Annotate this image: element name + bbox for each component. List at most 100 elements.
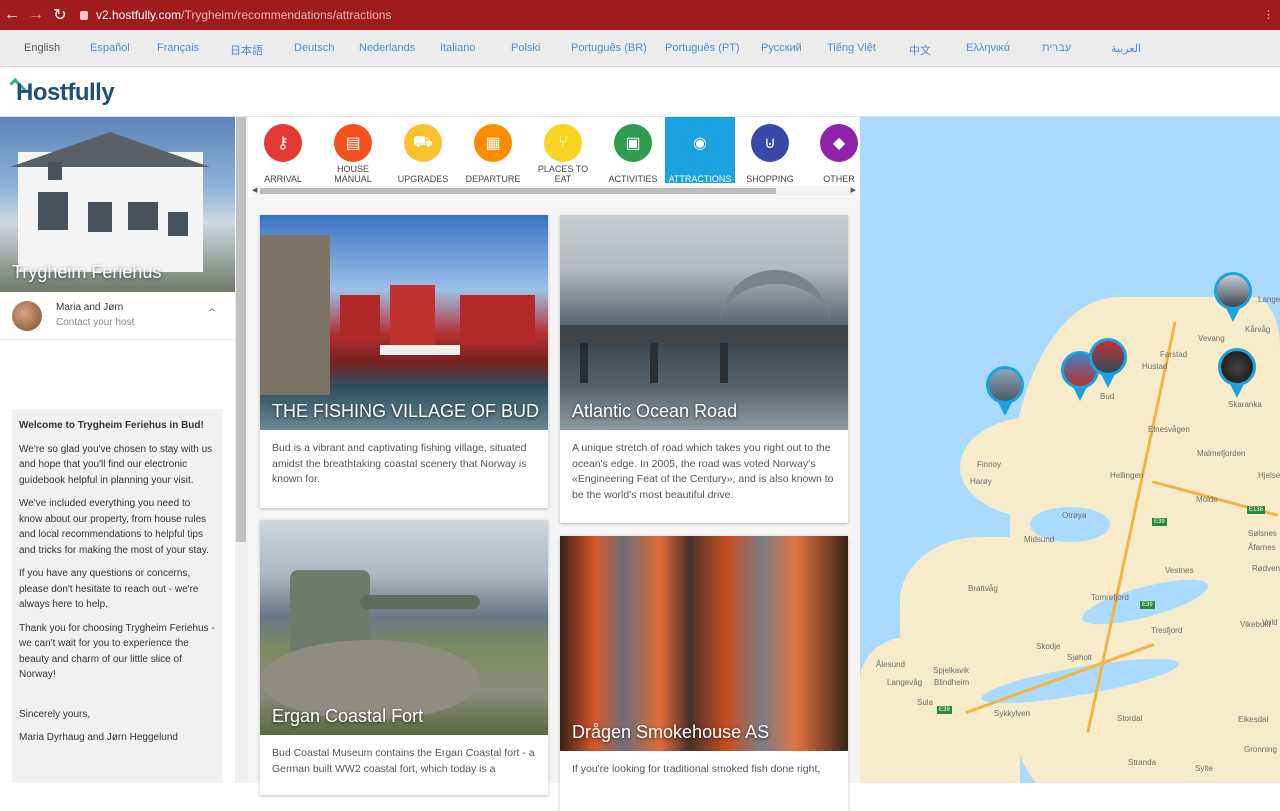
lang-hebrew[interactable]: עברית xyxy=(1042,42,1071,54)
map-place-label: Sykkylven xyxy=(994,709,1031,718)
lang-german[interactable]: Deutsch xyxy=(294,42,334,54)
contact-host-link[interactable]: Contact your host xyxy=(56,317,134,328)
tab-shopping[interactable]: ⊍ SHOPPING xyxy=(735,117,805,184)
lang-portuguese-br[interactable]: Português (BR) xyxy=(571,42,647,54)
card-title: Atlantic Ocean Road xyxy=(572,401,738,421)
tab-label: PLACES TO EAT xyxy=(537,164,589,184)
map-pin[interactable] xyxy=(1218,348,1256,400)
camera-icon: ◉ xyxy=(681,124,719,162)
chevron-up-icon[interactable]: ⌃ xyxy=(207,306,217,320)
map-place-label: Malmefjorden xyxy=(1197,449,1246,458)
sidebar-scrollbar[interactable] xyxy=(235,117,248,783)
card-image: Atlantic Ocean Road xyxy=(560,215,848,430)
tab-house-manual[interactable]: ▤ HOUSE MANUAL xyxy=(318,117,388,184)
tab-arrival[interactable]: ⚷ ARRIVAL xyxy=(248,117,318,184)
lang-chinese[interactable]: 中文 xyxy=(909,42,931,58)
map-pin[interactable] xyxy=(1089,338,1127,390)
cart-icon: ⛟ xyxy=(404,124,442,162)
map-place-label: Skodje xyxy=(1036,642,1061,651)
lang-dutch[interactable]: Nederlands xyxy=(359,42,415,54)
welcome-paragraph: Thank you for choosing Trygheim Feriehus… xyxy=(19,622,215,681)
tab-departure[interactable]: ▦ DEPARTURE xyxy=(458,117,528,184)
clipboard-icon: ▦ xyxy=(474,124,512,162)
map-pin[interactable] xyxy=(986,366,1024,418)
lang-italian[interactable]: Italiano xyxy=(440,42,475,54)
guidebook-sidebar: Trygheim Feriehus Maria and Jørn Contact… xyxy=(0,117,235,783)
tab-label: ARRIVAL xyxy=(264,174,302,184)
scroll-left-icon[interactable]: ◀ xyxy=(252,186,257,194)
address-bar[interactable]: v2.hostfully.com/Trygheim/recommendation… xyxy=(80,8,391,22)
recommendations-map[interactable]: Vevang Kårvåg Farstad Hustad Bud Elnesvå… xyxy=(860,117,1280,783)
map-place-label: Hustad xyxy=(1142,362,1168,371)
map-place-label: Harøy xyxy=(970,477,992,486)
card-fishing-village-of-bud[interactable]: THE FISHING VILLAGE OF BUD Bud is a vibr… xyxy=(260,215,548,508)
back-icon[interactable]: ← xyxy=(0,0,24,30)
lang-japanese[interactable]: 日本語 xyxy=(230,42,263,58)
card-atlantic-ocean-road[interactable]: Atlantic Ocean Road A unique stretch of … xyxy=(560,215,848,523)
map-place-label: Sjøholt xyxy=(1067,653,1092,662)
hostfully-logo[interactable]: Hostfully xyxy=(16,79,115,107)
road-badge: E39 xyxy=(937,706,952,714)
welcome-paragraph: We're so glad you've chosen to stay with… xyxy=(19,443,213,486)
welcome-message: Welcome to Trygheim Feriehus in Bud! We'… xyxy=(12,409,222,783)
tab-upgrades[interactable]: ⛟ UPGRADES xyxy=(388,117,458,184)
browser-toolbar: ← → ↻ v2.hostfully.com/Trygheim/recommen… xyxy=(0,0,1280,30)
map-place-label: Gronning xyxy=(1244,745,1277,754)
tab-label: ACTIVITIES xyxy=(608,174,658,184)
card-ergan-coastal-fort[interactable]: Ergan Coastal Fort Bud Coastal Museum co… xyxy=(260,520,548,795)
scroll-right-icon[interactable]: ▶ xyxy=(851,186,856,194)
tab-label: SHOPPING xyxy=(746,174,794,184)
welcome-signature: Maria Dyrhaug and Jørn Heggelund xyxy=(19,732,178,743)
map-place-label: Elnesvågen xyxy=(1148,425,1190,434)
tab-places-to-eat[interactable]: ⑂ PLACES TO EAT xyxy=(528,117,598,184)
host-contact-row[interactable]: Maria and Jørn Contact your host ⌃ xyxy=(0,292,235,340)
lang-portuguese-pt[interactable]: Português (PT) xyxy=(665,42,740,54)
lang-vietnamese[interactable]: Tiếng Việt xyxy=(827,42,876,54)
map-pin[interactable] xyxy=(1214,272,1252,324)
map-place-label: Farstad xyxy=(1160,350,1188,359)
lang-polish[interactable]: Polski xyxy=(511,42,540,54)
card-image: THE FISHING VILLAGE OF BUD xyxy=(260,215,548,430)
fork-knife-icon: ⑂ xyxy=(544,124,582,162)
tab-attractions[interactable]: ◉ ATTRACTIONS xyxy=(665,117,735,184)
lang-french[interactable]: Français xyxy=(157,42,199,54)
map-place-label: Langevåg xyxy=(887,678,923,687)
host-avatar xyxy=(12,301,42,331)
welcome-title: Welcome to Trygheim Feriehus in Bud! xyxy=(19,420,204,431)
lang-greek[interactable]: Ελληνικά xyxy=(966,42,1010,54)
card-title: THE FISHING VILLAGE OF BUD xyxy=(272,401,540,421)
url-host: v2.hostfully.com xyxy=(96,8,182,22)
card-description: If you're looking for traditional smoked… xyxy=(572,763,821,775)
lang-russian[interactable]: Русский xyxy=(761,42,802,54)
card-dragen-smokehouse[interactable]: Drågen Smokehouse AS If you're looking f… xyxy=(560,536,848,811)
welcome-paragraph: If you have any questions or concerns, p… xyxy=(19,568,199,610)
tab-label: HOUSE MANUAL xyxy=(334,164,372,184)
forward-icon[interactable]: → xyxy=(24,0,48,30)
tab-activities[interactable]: ▣ ACTIVITIES xyxy=(598,117,668,184)
map-place-label: Rødven xyxy=(1252,564,1280,573)
map-place-label: Blindheim xyxy=(934,678,970,687)
road-badge: E39 xyxy=(1140,601,1155,609)
url-path: /Trygheim/recommendations/attractions xyxy=(181,8,392,22)
card-title: Drågen Smokehouse AS xyxy=(572,722,770,742)
reload-icon[interactable]: ↻ xyxy=(48,0,72,30)
lang-arabic[interactable]: العربية xyxy=(1111,42,1141,55)
card-description: A unique stretch of road which takes you… xyxy=(572,442,834,501)
map-place-label: Spjelkavik xyxy=(933,666,970,675)
lang-spanish[interactable]: Español xyxy=(90,42,130,54)
map-place-label: Stordal xyxy=(1117,714,1143,723)
map-place-label: Vold xyxy=(1262,618,1278,627)
lang-english[interactable]: English xyxy=(24,42,60,54)
card-title: Ergan Coastal Fort xyxy=(272,706,424,726)
tab-label: ATTRACTIONS xyxy=(668,174,732,184)
card-description: Bud Coastal Museum contains the Ergan Co… xyxy=(272,747,535,775)
map-place-label: Tomrefjord xyxy=(1091,593,1129,602)
welcome-paragraph: We've included everything you need to kn… xyxy=(19,498,209,556)
map-place-label: Midsund xyxy=(1024,535,1055,544)
map-place-label: Stranda xyxy=(1128,758,1157,767)
tabs-scrollbar[interactable]: ◀ ▶ xyxy=(252,186,856,196)
card-image: Ergan Coastal Fort xyxy=(260,520,548,735)
scrollbar-thumb[interactable] xyxy=(236,117,246,542)
menu-icon[interactable]: ⋮ xyxy=(1263,8,1274,21)
scrollbar-thumb[interactable] xyxy=(260,188,776,194)
